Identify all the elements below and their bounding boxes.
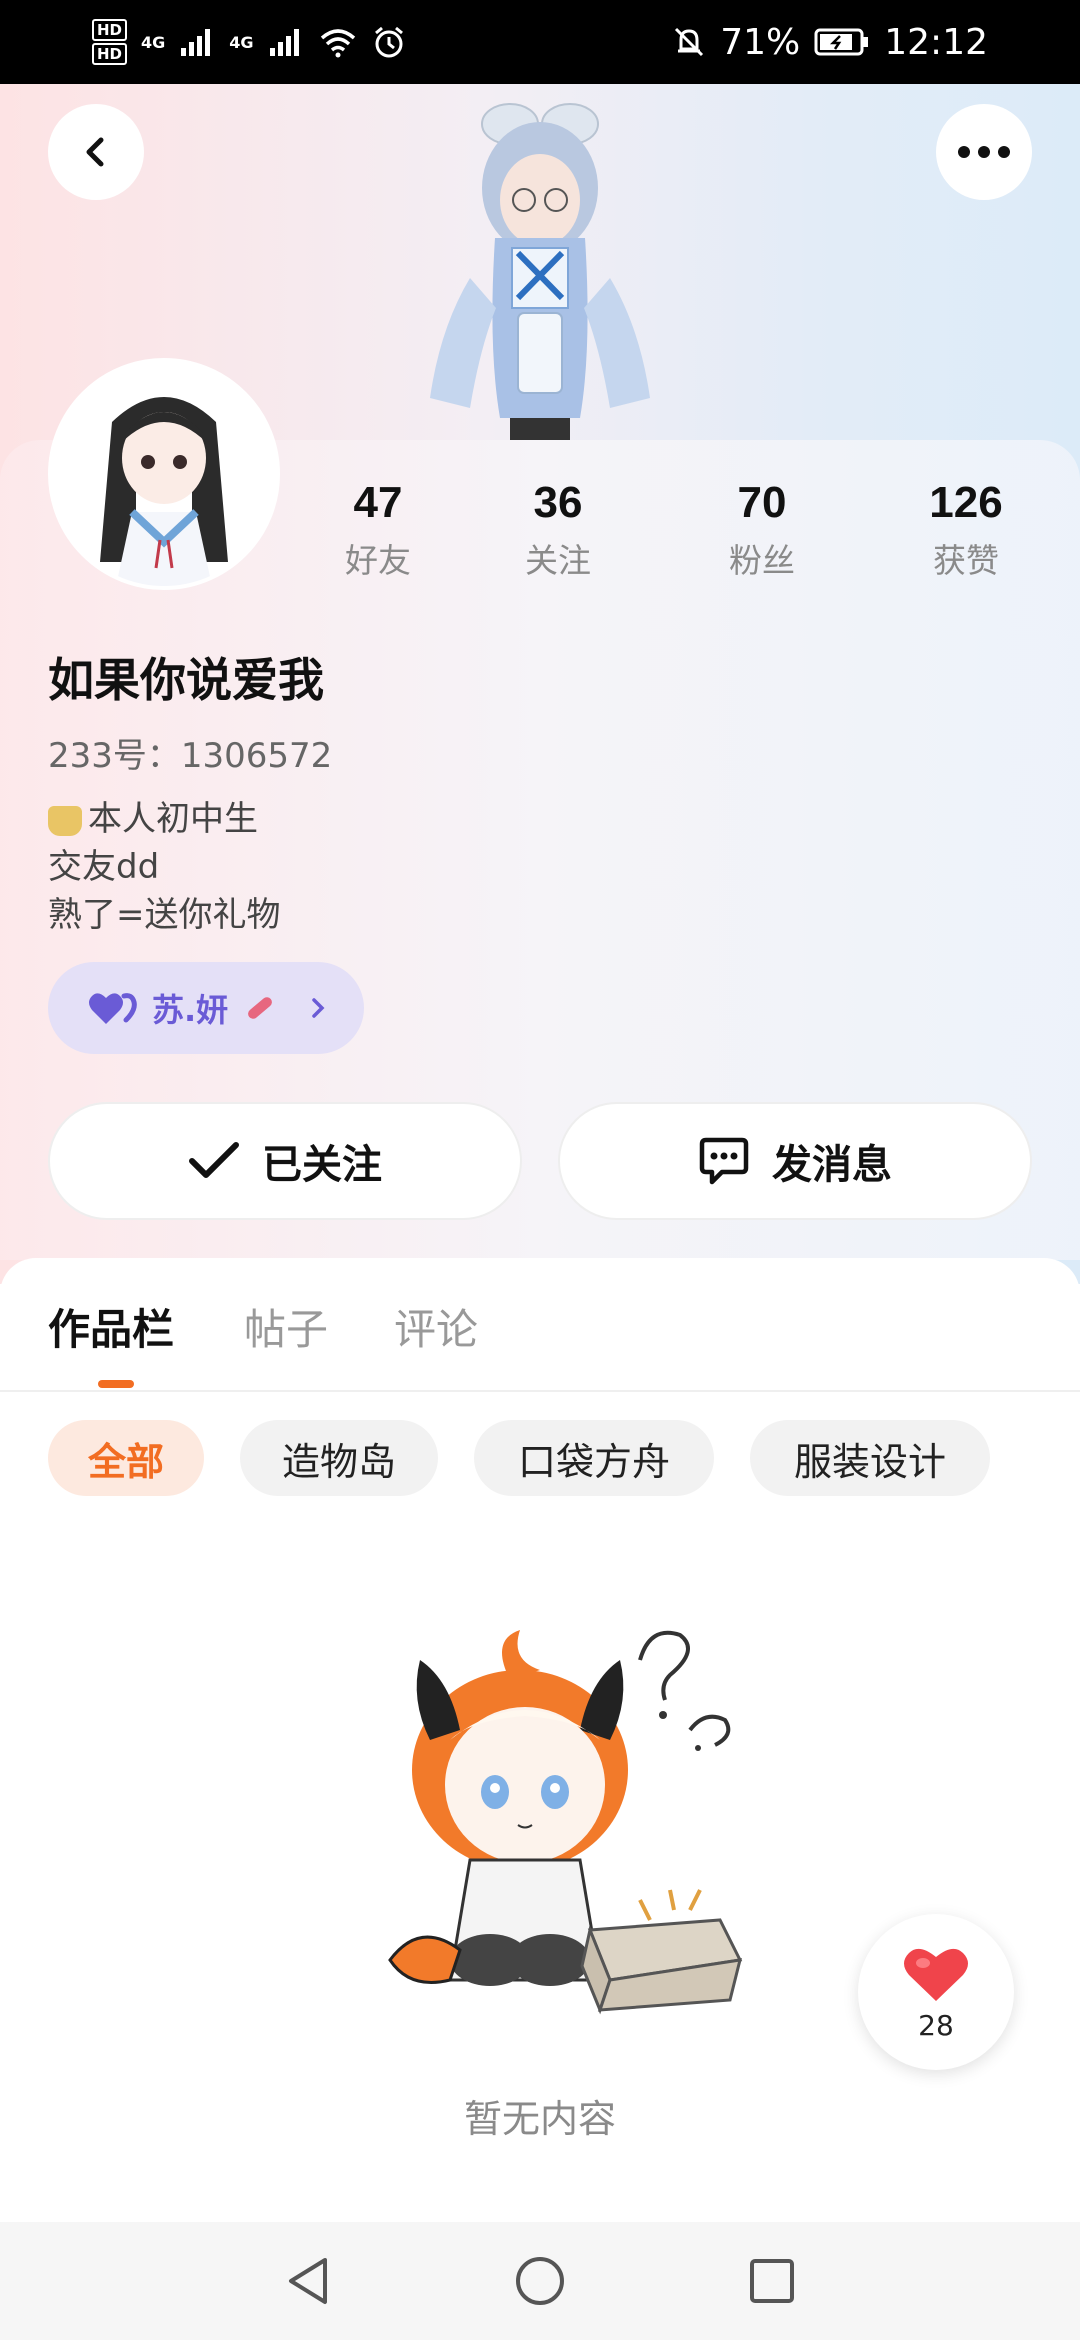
stat-label: 好友: [345, 541, 411, 580]
chat-bubble-icon: [699, 1137, 749, 1185]
like-button[interactable]: 28: [858, 1914, 1014, 2070]
bio-line: 本人初中生: [48, 795, 281, 843]
system-nav-bar: [0, 2222, 1080, 2340]
empty-state-text: 暂无内容: [463, 2097, 616, 2141]
bio-line: 交友dd: [48, 847, 160, 887]
stat-likes[interactable]: 126 获赞: [886, 478, 1046, 582]
tabs-divider: [0, 1390, 1080, 1392]
stat-label: 获赞: [933, 541, 999, 580]
filter-chip-costume-design[interactable]: 服装设计: [750, 1420, 990, 1496]
tab-comments[interactable]: 评论: [394, 1296, 478, 1357]
status-right: 71% 12:12: [672, 22, 988, 63]
bio: 本人初中生 交友dd 熟了=送你礼物: [48, 795, 281, 939]
send-message-label: 发消息: [772, 1142, 892, 1188]
username: 如果你说爱我: [48, 653, 324, 707]
like-count: 28: [918, 2008, 954, 2042]
stat-value: 126: [929, 478, 1003, 527]
wifi-icon: [320, 29, 355, 58]
stat-value: 47: [353, 478, 403, 527]
nav-back-icon[interactable]: [283, 2254, 333, 2308]
avatar-image: [52, 362, 276, 586]
clock-time: 12:12: [884, 21, 988, 63]
stat-friends[interactable]: 47 好友: [298, 478, 458, 582]
followed-button[interactable]: 已关注: [48, 1102, 522, 1220]
nav-recents-icon[interactable]: [747, 2256, 797, 2306]
followed-label: 已关注: [262, 1142, 382, 1188]
back-button[interactable]: [48, 104, 144, 200]
signal1-icon: [181, 29, 211, 56]
network1-label: 4G: [141, 32, 166, 52]
hd2-label: HD: [92, 43, 128, 65]
empty-state-illustration: [388, 1630, 743, 2015]
stat-following[interactable]: 36 关注: [478, 478, 638, 582]
stat-label: 粉丝: [729, 541, 795, 580]
tab-posts[interactable]: 帖子: [244, 1296, 328, 1357]
tab-works[interactable]: 作品栏: [48, 1296, 174, 1357]
cp-name: 苏.妍: [152, 991, 229, 1029]
battery-icon: [814, 28, 869, 56]
character-figure: [430, 103, 650, 440]
filter-chip-pocket-ark[interactable]: 口袋方舟: [474, 1420, 714, 1496]
stat-fans[interactable]: 70 粉丝: [682, 478, 842, 582]
screen: HD HD 4G 4G 71% 12:12 47 好友 36 关注 70 粉丝 …: [0, 0, 1080, 2340]
tab-active-indicator: [98, 1380, 134, 1388]
stat-value: 70: [737, 478, 787, 527]
check-icon: [189, 1142, 239, 1178]
status-left: HD HD 4G 4G: [92, 19, 406, 65]
honey-pot-icon: [48, 806, 82, 836]
filter-chip-all[interactable]: 全部: [48, 1420, 204, 1496]
chevron-left-icon: [86, 137, 104, 167]
status-bar: HD HD 4G 4G 71% 12:12: [0, 0, 1080, 84]
lipstick-icon: [246, 995, 275, 1021]
double-heart-icon: [89, 993, 137, 1024]
mute-bell-icon: [675, 27, 704, 57]
alarm-icon: [374, 26, 403, 58]
filter-chip-creation-island[interactable]: 造物岛: [240, 1420, 438, 1496]
network2-label: 4G: [229, 32, 254, 52]
nav-home-icon[interactable]: [513, 2254, 567, 2308]
more-dots-icon: [958, 146, 1010, 158]
bio-line: 熟了=送你礼物: [48, 895, 281, 935]
heart-icon: [904, 1948, 968, 2001]
avatar[interactable]: [48, 358, 280, 590]
chevron-right-icon: [312, 998, 325, 1018]
bio-text: 本人初中生: [88, 799, 258, 839]
stat-label: 关注: [525, 541, 591, 580]
send-message-button[interactable]: 发消息: [558, 1102, 1032, 1220]
hd1-label: HD: [92, 19, 128, 41]
battery-percent: 71%: [720, 21, 801, 63]
hd-indicator: HD HD: [92, 19, 128, 65]
user-id: 233号：1306572: [48, 736, 333, 776]
stat-value: 36: [533, 478, 583, 527]
more-options-button[interactable]: [936, 104, 1032, 200]
cp-relation-pill[interactable]: 苏.妍: [48, 962, 364, 1054]
signal2-icon: [269, 29, 299, 56]
